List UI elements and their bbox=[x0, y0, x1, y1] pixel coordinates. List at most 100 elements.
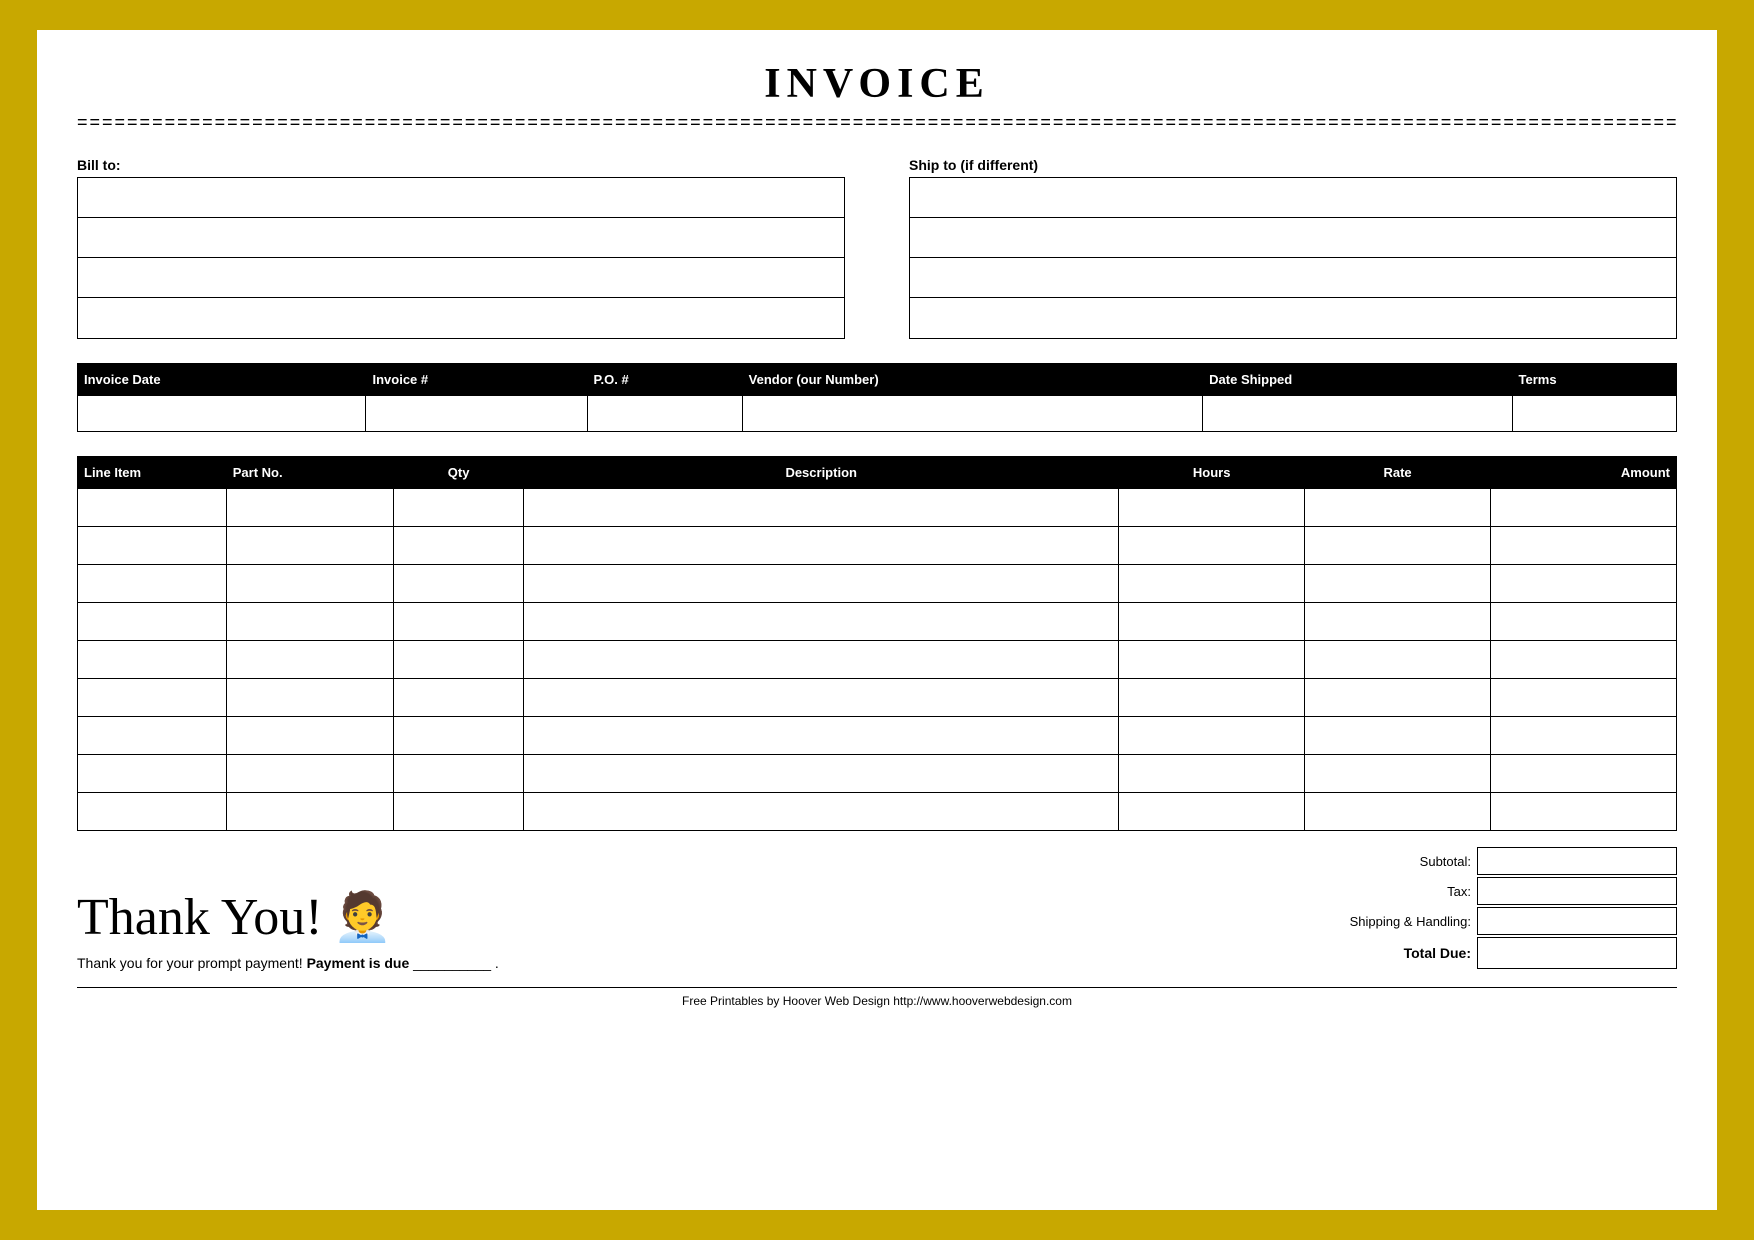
line-item-rate-5[interactable] bbox=[1305, 679, 1491, 717]
meta-header-terms: Terms bbox=[1512, 364, 1676, 396]
items-header-hours: Hours bbox=[1119, 457, 1305, 489]
ship-to-row-2[interactable] bbox=[910, 218, 1676, 258]
line-item-part-1[interactable] bbox=[226, 527, 393, 565]
line-item-row bbox=[78, 641, 1677, 679]
meta-invoice-date[interactable] bbox=[78, 396, 366, 432]
items-header-rate: Rate bbox=[1305, 457, 1491, 489]
bill-to-row-1[interactable] bbox=[78, 178, 844, 218]
line-item-desc-6[interactable] bbox=[524, 717, 1119, 755]
line-item-desc-5[interactable] bbox=[524, 679, 1119, 717]
line-item-qty-8[interactable] bbox=[394, 793, 524, 831]
line-item-desc-3[interactable] bbox=[524, 603, 1119, 641]
total-due-row: Total Due: bbox=[1101, 937, 1677, 969]
total-due-value[interactable] bbox=[1477, 937, 1677, 969]
line-item-line-2[interactable] bbox=[78, 565, 227, 603]
ship-to-row-4[interactable] bbox=[910, 298, 1676, 338]
line-item-qty-7[interactable] bbox=[394, 755, 524, 793]
bill-to-rows bbox=[77, 177, 845, 339]
thank-you-message: Thank you for your prompt payment! bbox=[77, 955, 303, 971]
meta-row bbox=[78, 396, 1677, 432]
bill-to-row-4[interactable] bbox=[78, 298, 844, 338]
line-item-part-0[interactable] bbox=[226, 489, 393, 527]
ship-to-row-3[interactable] bbox=[910, 258, 1676, 298]
line-item-rate-0[interactable] bbox=[1305, 489, 1491, 527]
line-item-rate-8[interactable] bbox=[1305, 793, 1491, 831]
thank-you-graphic: Thank You! 🧑‍💼 bbox=[77, 888, 392, 947]
line-item-desc-1[interactable] bbox=[524, 527, 1119, 565]
line-item-line-8[interactable] bbox=[78, 793, 227, 831]
line-item-part-8[interactable] bbox=[226, 793, 393, 831]
line-item-hours-0[interactable] bbox=[1119, 489, 1305, 527]
line-item-hours-4[interactable] bbox=[1119, 641, 1305, 679]
line-item-hours-3[interactable] bbox=[1119, 603, 1305, 641]
line-item-line-5[interactable] bbox=[78, 679, 227, 717]
shipping-value[interactable] bbox=[1477, 907, 1677, 935]
invoice-title: INVOICE bbox=[77, 60, 1677, 108]
meta-vendor[interactable] bbox=[742, 396, 1203, 432]
line-item-rate-7[interactable] bbox=[1305, 755, 1491, 793]
thank-you-block: Thank You! 🧑‍💼 Thank you for your prompt… bbox=[77, 888, 1037, 971]
line-item-part-6[interactable] bbox=[226, 717, 393, 755]
line-item-qty-1[interactable] bbox=[394, 527, 524, 565]
bottom-divider bbox=[77, 987, 1677, 988]
line-item-amount-1[interactable] bbox=[1491, 527, 1677, 565]
line-item-desc-8[interactable] bbox=[524, 793, 1119, 831]
line-item-part-7[interactable] bbox=[226, 755, 393, 793]
bill-to-row-3[interactable] bbox=[78, 258, 844, 298]
subtotal-value[interactable] bbox=[1477, 847, 1677, 875]
line-item-part-2[interactable] bbox=[226, 565, 393, 603]
line-item-rate-1[interactable] bbox=[1305, 527, 1491, 565]
tax-value[interactable] bbox=[1477, 877, 1677, 905]
meta-terms[interactable] bbox=[1512, 396, 1676, 432]
line-item-row bbox=[78, 565, 1677, 603]
meta-table: Invoice Date Invoice # P.O. # Vendor (ou… bbox=[77, 363, 1677, 432]
line-item-hours-5[interactable] bbox=[1119, 679, 1305, 717]
line-item-qty-5[interactable] bbox=[394, 679, 524, 717]
tax-row: Tax: bbox=[1101, 877, 1677, 905]
line-item-hours-1[interactable] bbox=[1119, 527, 1305, 565]
line-item-amount-3[interactable] bbox=[1491, 603, 1677, 641]
line-item-line-6[interactable] bbox=[78, 717, 227, 755]
line-item-amount-6[interactable] bbox=[1491, 717, 1677, 755]
meta-date-shipped[interactable] bbox=[1203, 396, 1512, 432]
line-item-amount-0[interactable] bbox=[1491, 489, 1677, 527]
meta-invoice-num[interactable] bbox=[366, 396, 587, 432]
line-item-line-1[interactable] bbox=[78, 527, 227, 565]
line-item-qty-6[interactable] bbox=[394, 717, 524, 755]
ship-to-row-1[interactable] bbox=[910, 178, 1676, 218]
line-item-desc-7[interactable] bbox=[524, 755, 1119, 793]
line-item-amount-8[interactable] bbox=[1491, 793, 1677, 831]
payment-is-due-label: Payment is due bbox=[307, 955, 410, 971]
meta-header-po-num: P.O. # bbox=[587, 364, 742, 396]
line-item-rate-4[interactable] bbox=[1305, 641, 1491, 679]
line-item-amount-7[interactable] bbox=[1491, 755, 1677, 793]
line-item-qty-0[interactable] bbox=[394, 489, 524, 527]
line-item-amount-2[interactable] bbox=[1491, 565, 1677, 603]
bill-to-row-2[interactable] bbox=[78, 218, 844, 258]
line-item-qty-4[interactable] bbox=[394, 641, 524, 679]
line-item-line-4[interactable] bbox=[78, 641, 227, 679]
meta-po-num[interactable] bbox=[587, 396, 742, 432]
line-item-part-3[interactable] bbox=[226, 603, 393, 641]
thank-you-cursive-text: Thank You! bbox=[77, 888, 323, 947]
line-item-hours-2[interactable] bbox=[1119, 565, 1305, 603]
line-item-rate-3[interactable] bbox=[1305, 603, 1491, 641]
line-item-amount-4[interactable] bbox=[1491, 641, 1677, 679]
line-item-line-7[interactable] bbox=[78, 755, 227, 793]
line-item-desc-0[interactable] bbox=[524, 489, 1119, 527]
line-item-desc-2[interactable] bbox=[524, 565, 1119, 603]
line-item-hours-6[interactable] bbox=[1119, 717, 1305, 755]
line-item-hours-8[interactable] bbox=[1119, 793, 1305, 831]
line-item-rate-2[interactable] bbox=[1305, 565, 1491, 603]
line-item-line-3[interactable] bbox=[78, 603, 227, 641]
subtotal-row: Subtotal: bbox=[1101, 847, 1677, 875]
line-item-qty-2[interactable] bbox=[394, 565, 524, 603]
line-item-rate-6[interactable] bbox=[1305, 717, 1491, 755]
line-item-line-0[interactable] bbox=[78, 489, 227, 527]
line-item-qty-3[interactable] bbox=[394, 603, 524, 641]
line-item-amount-5[interactable] bbox=[1491, 679, 1677, 717]
line-item-hours-7[interactable] bbox=[1119, 755, 1305, 793]
line-item-part-4[interactable] bbox=[226, 641, 393, 679]
line-item-desc-4[interactable] bbox=[524, 641, 1119, 679]
line-item-part-5[interactable] bbox=[226, 679, 393, 717]
